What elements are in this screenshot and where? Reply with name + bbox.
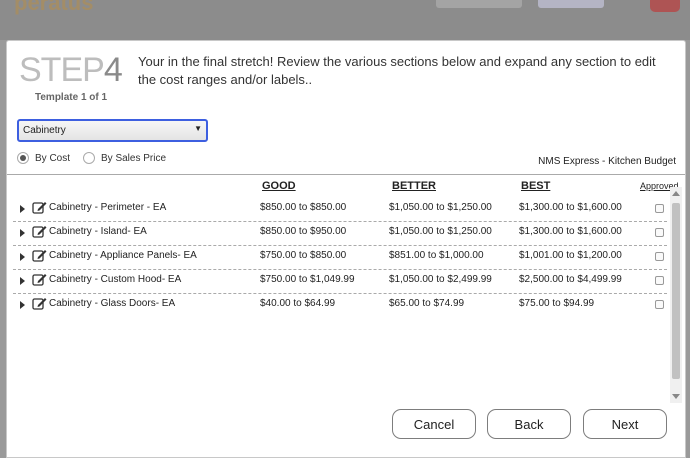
radio-label: By Sales Price [101,152,167,164]
radio-by-sales-price[interactable]: By Sales Price [83,151,166,165]
dropdown-arrow-icon: ▼ [194,124,202,133]
better-range: $65.00 to $74.99 [389,298,465,309]
background-button [436,0,522,8]
better-range: $1,050.00 to $2,499.99 [389,274,492,285]
scroll-down-icon[interactable] [672,394,680,399]
caret-right-icon[interactable] [20,205,25,213]
good-range: $750.00 to $1,049.99 [260,274,355,285]
next-button[interactable]: Next [583,409,667,439]
background-close-button [650,0,680,12]
scroll-up-icon[interactable] [672,191,680,196]
approved-checkbox[interactable] [655,300,664,309]
table-row[interactable]: Cabinetry - Appliance Panels- EA $750.00 … [13,246,667,270]
radio-label: By Cost [35,152,71,164]
approved-checkbox[interactable] [655,204,664,213]
row-label: Cabinetry - Appliance Panels- EA [49,250,197,261]
best-range: $1,300.00 to $1,600.00 [519,202,622,213]
edit-icon[interactable] [32,297,47,310]
background-button [538,0,604,8]
radio-checked-icon[interactable] [17,152,29,164]
background-page: peratus [0,0,690,40]
caret-right-icon[interactable] [20,277,25,285]
better-range: $1,050.00 to $1,250.00 [389,202,492,213]
cancel-button[interactable]: Cancel [392,409,476,439]
scroll-thumb[interactable] [672,203,680,379]
row-label: Cabinetry - Perimeter - EA [49,202,167,213]
approved-checkbox[interactable] [655,228,664,237]
column-header-best: BEST [521,180,551,192]
caret-right-icon[interactable] [20,229,25,237]
intro-text: Your in the final stretch! Review the va… [138,54,656,87]
template-counter: Template 1 of 1 [35,92,108,103]
good-range: $40.00 to $64.99 [260,298,336,309]
divider [7,174,685,175]
approved-checkbox[interactable] [655,252,664,261]
caret-right-icon[interactable] [20,253,25,261]
good-range: $850.00 to $850.00 [260,202,347,213]
radio-by-cost[interactable]: By Cost [17,151,70,165]
edit-icon[interactable] [32,201,47,214]
best-range: $75.00 to $94.99 [519,298,595,309]
background-logo: peratus [14,0,94,15]
good-range: $850.00 to $950.00 [260,226,347,237]
step-word: STEP [19,51,105,89]
step-number: 4 [103,51,123,89]
section-select[interactable]: Cabinetry ▼ [17,119,208,142]
edit-icon[interactable] [32,273,47,286]
edit-icon[interactable] [32,225,47,238]
budget-name: NMS Express - Kitchen Budget [538,156,676,167]
column-header-good: GOOD [262,180,296,192]
edit-icon[interactable] [32,249,47,262]
row-label: Cabinetry - Island- EA [49,226,147,237]
caret-right-icon[interactable] [20,301,25,309]
better-range: $1,050.00 to $1,250.00 [389,226,492,237]
table-row[interactable]: Cabinetry - Perimeter - EA $850.00 to $85… [13,198,667,222]
good-range: $750.00 to $850.00 [260,250,347,261]
review-modal: STEP4 Template 1 of 1 Your in the final … [6,40,686,458]
row-label: Cabinetry - Custom Hood- EA [49,274,182,285]
best-range: $1,300.00 to $1,600.00 [519,226,622,237]
step-indicator: STEP4 [19,51,123,90]
row-label: Cabinetry - Glass Doors- EA [49,298,176,309]
table-row[interactable]: Cabinetry - Glass Doors- EA $40.00 to $64… [13,294,667,318]
best-range: $1,001.00 to $1,200.00 [519,250,622,261]
vertical-scrollbar[interactable] [670,187,682,403]
table-row[interactable]: Cabinetry - Island- EA $850.00 to $950.00… [13,222,667,246]
better-range: $851.00 to $1,000.00 [389,250,484,261]
back-button[interactable]: Back [487,409,571,439]
column-header-better: BETTER [392,180,436,192]
approved-checkbox[interactable] [655,276,664,285]
table-row[interactable]: Cabinetry - Custom Hood- EA $750.00 to $1… [13,270,667,294]
radio-unchecked-icon[interactable] [83,152,95,164]
section-select-value: Cabinetry [23,125,66,136]
best-range: $2,500.00 to $4,499.99 [519,274,622,285]
